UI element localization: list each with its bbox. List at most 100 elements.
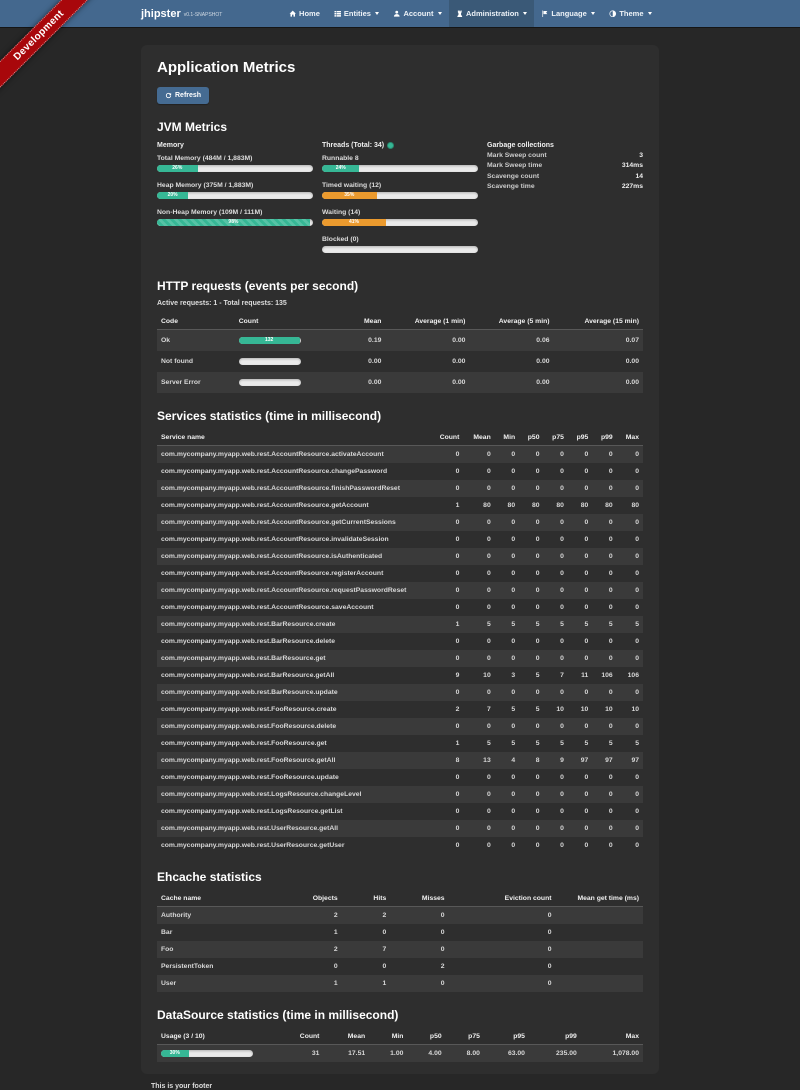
- nav-item-entities[interactable]: Entities: [327, 0, 387, 27]
- service-value: 9: [429, 667, 463, 684]
- column-header: Min: [369, 1029, 407, 1045]
- service-value: 97: [617, 752, 643, 769]
- service-value: 0: [495, 582, 519, 599]
- datasource-table: Usage (3 / 10)CountMeanMinp50p75p95p99Ma…: [157, 1029, 643, 1062]
- progress-bar: [239, 358, 301, 365]
- service-name: com.mycompany.myapp.web.rest.BarResource…: [157, 650, 429, 667]
- http-value: 0.06: [469, 329, 553, 351]
- service-value: 0: [544, 565, 568, 582]
- service-value: 0: [544, 445, 568, 463]
- cache-name: PersistentToken: [157, 958, 293, 975]
- table-row: 30%3117.511.004.008.0063.00235.001,078.0…: [157, 1044, 643, 1062]
- nav-item-home[interactable]: Home: [282, 0, 327, 27]
- column-header: p95: [484, 1029, 529, 1045]
- progress-bar: 24%: [322, 165, 478, 172]
- footer: This is your footer: [141, 1083, 659, 1090]
- service-value: 0: [429, 565, 463, 582]
- service-value: 0: [568, 582, 592, 599]
- datasource-heading: DataSource statistics (time in milliseco…: [157, 1008, 643, 1022]
- service-value: 0: [592, 463, 616, 480]
- table-row: com.mycompany.myapp.web.rest.AccountReso…: [157, 480, 643, 497]
- service-value: 0: [568, 837, 592, 854]
- gc-stat-value: 227ms: [622, 182, 643, 193]
- nav-item-administration[interactable]: Administration: [449, 0, 534, 27]
- service-value: 0: [519, 514, 543, 531]
- gc-stat-label: Scavenge count: [487, 172, 539, 183]
- service-value: 0: [495, 769, 519, 786]
- service-value: 0: [617, 445, 643, 463]
- service-value: 0: [617, 514, 643, 531]
- http-value: 0.00: [385, 351, 469, 372]
- progress-fill: 30%: [161, 1050, 189, 1057]
- datasource-value: 31: [274, 1044, 324, 1062]
- progress-fill: 35%: [322, 192, 377, 199]
- caret-down-icon: [648, 12, 652, 15]
- cache-value: 2: [390, 958, 448, 975]
- http-code: Ok: [157, 329, 235, 351]
- service-value: 0: [592, 445, 616, 463]
- services-table: Service nameCountMeanMinp50p75p95p99Maxc…: [157, 430, 643, 854]
- nav-item-theme[interactable]: Theme: [602, 0, 659, 27]
- service-value: 0: [519, 480, 543, 497]
- service-value: 0: [495, 463, 519, 480]
- service-value: 0: [592, 718, 616, 735]
- service-name: com.mycompany.myapp.web.rest.FooResource…: [157, 752, 429, 769]
- metric-label: Blocked (0): [322, 236, 478, 243]
- service-value: 0: [519, 548, 543, 565]
- service-value: 0: [495, 531, 519, 548]
- caret-down-icon: [523, 12, 527, 15]
- service-value: 0: [592, 565, 616, 582]
- service-value: 97: [592, 752, 616, 769]
- service-value: 80: [463, 497, 494, 514]
- http-value: 0.00: [385, 329, 469, 351]
- service-name: com.mycompany.myapp.web.rest.FooResource…: [157, 769, 429, 786]
- nav-item-language[interactable]: Language: [534, 0, 602, 27]
- service-value: 0: [429, 820, 463, 837]
- metric: Runnable 824%: [322, 155, 478, 172]
- table-row: com.mycompany.myapp.web.rest.AccountReso…: [157, 599, 643, 616]
- service-value: 0: [592, 633, 616, 650]
- service-value: 3: [495, 667, 519, 684]
- nav-item-account[interactable]: Account: [386, 0, 449, 27]
- gc-stat-value: 314ms: [622, 161, 643, 172]
- service-value: 0: [617, 803, 643, 820]
- gc-stat: Mark Sweep count3: [487, 151, 643, 162]
- gc-stat-label: Mark Sweep time: [487, 161, 542, 172]
- column-header: Mean get time (ms): [555, 891, 643, 907]
- http-requests-heading: HTTP requests (events per second): [157, 279, 643, 293]
- service-name: com.mycompany.myapp.web.rest.AccountReso…: [157, 565, 429, 582]
- service-name: com.mycompany.myapp.web.rest.AccountReso…: [157, 531, 429, 548]
- service-value: 0: [463, 565, 494, 582]
- table-row: com.mycompany.myapp.web.rest.BarResource…: [157, 667, 643, 684]
- progress-label: 20%: [157, 192, 188, 199]
- datasource-value: 1,078.00: [581, 1044, 643, 1062]
- service-value: 0: [429, 718, 463, 735]
- page-title: Application Metrics: [157, 59, 643, 76]
- service-value: 0: [592, 684, 616, 701]
- cache-name: Bar: [157, 924, 293, 941]
- service-value: 5: [495, 616, 519, 633]
- service-value: 0: [617, 548, 643, 565]
- service-value: 0: [463, 548, 494, 565]
- service-value: 0: [544, 786, 568, 803]
- service-value: 0: [519, 837, 543, 854]
- service-value: 0: [463, 803, 494, 820]
- progress-label: 132: [239, 337, 300, 344]
- http-value: 0.00: [554, 372, 643, 393]
- gc-rows: Mark Sweep count3Mark Sweep time 314ms Sca…: [487, 151, 643, 193]
- column-header: p95: [568, 430, 592, 446]
- cache-value: 0: [449, 941, 556, 958]
- service-value: 0: [592, 531, 616, 548]
- column-header: Max: [617, 430, 643, 446]
- nav-item-label: Theme: [619, 9, 643, 18]
- progress-label: 24%: [322, 165, 359, 172]
- services-heading: Services statistics (time in millisecond…: [157, 409, 643, 423]
- cache-name: Foo: [157, 941, 293, 958]
- service-value: 0: [544, 480, 568, 497]
- brand[interactable]: jhipster v0.1-SNAPSHOT: [141, 0, 222, 27]
- service-value: 0: [592, 786, 616, 803]
- table-row: com.mycompany.myapp.web.rest.BarResource…: [157, 633, 643, 650]
- refresh-button[interactable]: Refresh: [157, 87, 209, 104]
- cache-name: Authority: [157, 906, 293, 924]
- service-value: 0: [617, 820, 643, 837]
